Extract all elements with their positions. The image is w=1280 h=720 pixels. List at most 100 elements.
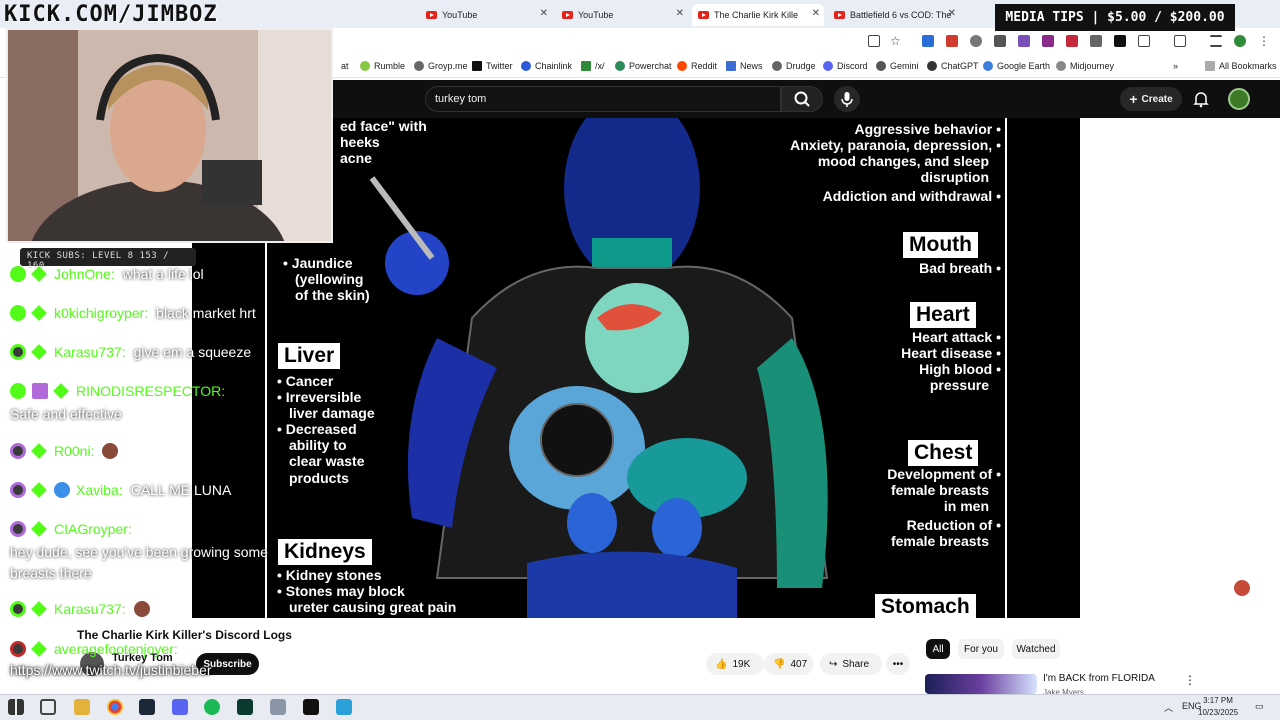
subscriber-badge-icon [10, 266, 26, 282]
bookmark-discord[interactable]: Discord [823, 61, 868, 71]
chat-message: k0kichigroyper: black market hrt [10, 305, 256, 321]
subscriber-badge-icon [10, 305, 26, 321]
bookmark-google-earth[interactable]: Google Earth [983, 61, 1050, 71]
windows-start-icon[interactable] [8, 699, 24, 715]
extension-icon[interactable] [1066, 35, 1078, 47]
chip-watched[interactable]: Watched [1012, 639, 1060, 659]
account-avatar[interactable] [1228, 88, 1250, 110]
search-input[interactable]: turkey tom [425, 86, 781, 112]
chat-username[interactable]: RINODISRESPECTOR: [76, 383, 225, 399]
cast-icon[interactable] [868, 35, 880, 47]
star-icon[interactable]: ☆ [890, 35, 902, 47]
app-icon[interactable] [270, 699, 286, 715]
kidneys-heading: Kidneys [278, 539, 372, 565]
extension-icon[interactable] [1042, 35, 1054, 47]
voice-search-button[interactable] [834, 86, 860, 112]
tab-youtube-2[interactable]: YouTube ✕ [556, 4, 688, 26]
extension-icon[interactable] [946, 35, 958, 47]
more-vert-icon[interactable]: ⋮ [1184, 673, 1196, 687]
extension-icon[interactable] [1018, 35, 1030, 47]
x-icon[interactable] [1114, 35, 1126, 47]
create-button[interactable]: + Create [1120, 87, 1182, 111]
notifications-bell-icon[interactable] [1192, 90, 1210, 108]
steam-icon[interactable] [139, 699, 155, 715]
close-tab-icon[interactable]: ✕ [812, 8, 820, 19]
extension-icon[interactable] [994, 35, 1006, 47]
system-clock[interactable]: 3:17 PM 10/23/2025 [1198, 695, 1238, 719]
file-explorer-icon[interactable] [74, 699, 90, 715]
bookmark-groyp[interactable]: Groyp.me [414, 61, 468, 71]
chat-username[interactable]: k0kichigroyper: [54, 305, 148, 321]
rumble-icon [360, 61, 370, 71]
close-tab-icon[interactable]: ✕ [540, 8, 548, 19]
chat-username[interactable]: CIAGroyper: [54, 521, 132, 537]
infographic-heart-list: Heart attack • Heart disease • High bloo… [901, 329, 1001, 394]
chip-for-you[interactable]: For you [958, 639, 1004, 659]
clock-date: 10/23/2025 [1198, 708, 1239, 717]
bookmark-twitter[interactable]: Twitter [472, 61, 513, 71]
bookmark-label: ChatGPT [941, 61, 979, 71]
chevron-up-icon[interactable]: ︿ [1164, 701, 1173, 714]
bookmark-rumble[interactable]: Rumble [360, 61, 405, 71]
bookmark-powerchat[interactable]: Powerchat [615, 61, 672, 71]
bookmark-item[interactable]: at [341, 61, 349, 71]
infographic-liver-list: • Cancer • Irreversible liver damage • D… [277, 373, 375, 486]
task-view-icon[interactable] [40, 699, 56, 715]
chat-username[interactable]: R00ni: [54, 443, 94, 459]
puzzle-icon[interactable] [1138, 35, 1150, 47]
infographic-text: disruption [920, 169, 989, 186]
chip-all[interactable]: All [926, 639, 950, 659]
download-icon[interactable] [1210, 35, 1222, 47]
discord-icon[interactable] [172, 699, 188, 715]
search-button[interactable] [781, 86, 823, 112]
chip-label: All [932, 643, 944, 655]
obs-icon[interactable] [303, 699, 319, 715]
extension-icon[interactable] [1090, 35, 1102, 47]
stomach-heading: Stomach [875, 594, 976, 618]
bookmark-news[interactable]: News [726, 61, 763, 71]
tab-battlefield[interactable]: Battlefield 6 vs COD: The ✕ [828, 4, 960, 26]
chat-username[interactable]: Karasu737: [54, 344, 126, 360]
extension-icon[interactable] [970, 35, 982, 47]
chat-text: give em a squeeze [133, 344, 252, 360]
bookmark-chainlink[interactable]: Chainlink [521, 61, 572, 71]
chat-username[interactable]: JohnOne: [54, 266, 115, 282]
suggested-video-title[interactable]: I'm BACK from FLORIDA [1043, 673, 1155, 684]
more-actions-button[interactable]: ••• [886, 653, 910, 675]
infographic-text: ed face" with [340, 118, 427, 134]
chat-username[interactable]: Xaviba: [76, 482, 123, 498]
bookmark-chatgpt[interactable]: ChatGPT [927, 61, 979, 71]
chrome-icon[interactable] [107, 699, 123, 715]
terminal-icon[interactable] [237, 699, 253, 715]
folder-icon [1205, 61, 1215, 71]
bookmark-drudge[interactable]: Drudge [772, 61, 816, 71]
chat-username[interactable]: averagefootenjoyer: [54, 641, 178, 657]
bookmark-midjourney[interactable]: Midjourney [1056, 61, 1114, 71]
bookmark-reddit[interactable]: Reddit [677, 61, 717, 71]
microphone-icon [841, 92, 853, 107]
close-tab-icon[interactable]: ✕ [948, 8, 956, 19]
clock-time: 3:17 PM [1203, 696, 1233, 705]
bookmark-x[interactable]: /x/ [581, 61, 605, 71]
notifications-icon[interactable]: ▭ [1255, 701, 1264, 712]
close-tab-icon[interactable]: ✕ [676, 8, 684, 19]
chat-text: black market hrt [156, 305, 256, 321]
spotify-icon[interactable] [204, 699, 220, 715]
sidepanel-icon[interactable] [1174, 35, 1186, 47]
infographic-brain-list: Aggressive behavior • Anxiety, paranoia,… [790, 121, 1001, 205]
like-button[interactable]: 👍 19K [706, 653, 764, 675]
dislike-button[interactable]: 👎 407 [764, 653, 814, 675]
extension-icon[interactable] [922, 35, 934, 47]
tab-charlie-kirk-killer[interactable]: The Charlie Kirk Kille ✕ [692, 4, 824, 26]
infographic-text: Heart disease [901, 345, 993, 362]
chat-username[interactable]: Karasu737: [54, 601, 126, 617]
share-button[interactable]: ↪ Share [820, 653, 882, 675]
bookmark-all[interactable]: All Bookmarks [1205, 61, 1277, 71]
bookmark-gemini[interactable]: Gemini [876, 61, 919, 71]
suggested-video-thumbnail[interactable] [925, 674, 1037, 694]
menu-dots-icon[interactable]: ⋮ [1258, 35, 1270, 47]
more-bookmarks-chevron-icon[interactable]: » [1173, 61, 1178, 71]
profile-avatar[interactable] [1234, 35, 1246, 47]
telegram-icon[interactable] [336, 699, 352, 715]
tab-youtube-1[interactable]: YouTube ✕ [420, 4, 552, 26]
